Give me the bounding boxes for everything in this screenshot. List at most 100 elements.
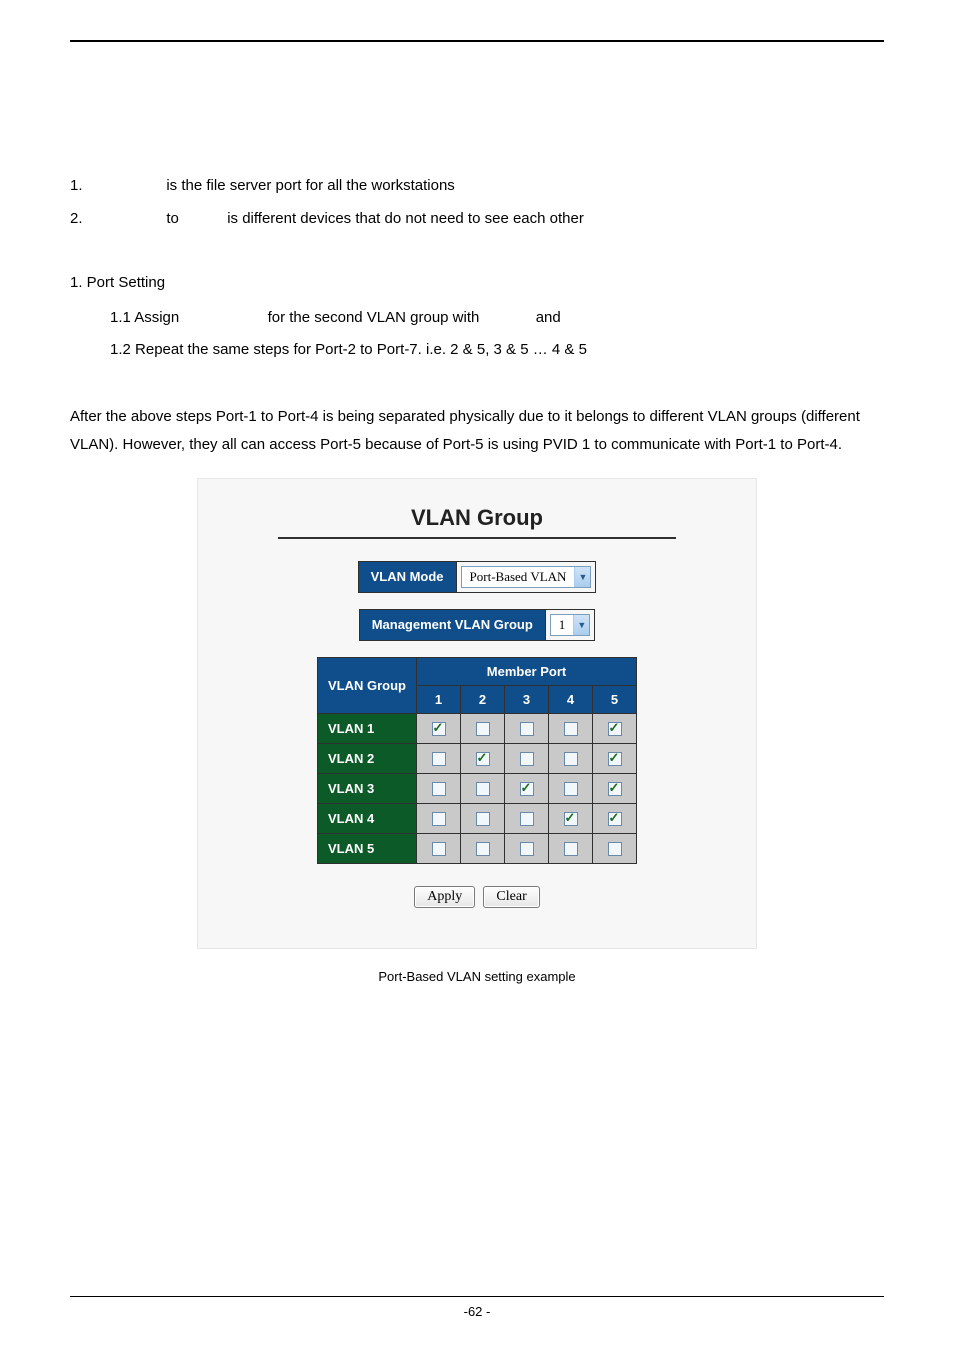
- col-header-port: 4: [549, 685, 593, 713]
- col-header-port: 3: [505, 685, 549, 713]
- setup-line-1-lead: 1.1 Assign: [110, 309, 179, 326]
- line-2: 2. to is different devices that do not n…: [70, 205, 884, 234]
- mgmt-vlan-label: Management VLAN Group: [359, 609, 545, 640]
- apply-button[interactable]: Apply: [414, 886, 475, 908]
- member-cell: [549, 773, 593, 803]
- member-checkbox[interactable]: [432, 722, 446, 736]
- chevron-down-icon: ▼: [574, 567, 590, 587]
- member-checkbox[interactable]: [476, 782, 490, 796]
- mgmt-vlan-row: Management VLAN Group 1 ▼: [359, 609, 596, 641]
- member-checkbox[interactable]: [564, 842, 578, 856]
- member-checkbox[interactable]: [476, 812, 490, 826]
- line-1-number: 1.: [70, 172, 102, 201]
- member-checkbox[interactable]: [476, 752, 490, 766]
- line-2-mid: to: [166, 210, 179, 227]
- member-cell: [549, 803, 593, 833]
- vlan-mode-row: VLAN Mode Port-Based VLAN ▼: [358, 561, 597, 593]
- member-checkbox[interactable]: [476, 722, 490, 736]
- member-cell: [593, 743, 637, 773]
- setup-line-1: 1.1 Assign for the second VLAN group wit…: [70, 304, 884, 333]
- member-cell: [461, 743, 505, 773]
- table-row: VLAN 1: [318, 713, 637, 743]
- setup-heading: 1. Port Setting: [70, 269, 884, 298]
- member-checkbox[interactable]: [608, 842, 622, 856]
- row-header: VLAN 4: [318, 803, 417, 833]
- member-checkbox[interactable]: [564, 752, 578, 766]
- line-1: 1. is the file server port for all the w…: [70, 172, 884, 201]
- row-header: VLAN 1: [318, 713, 417, 743]
- row-header: VLAN 2: [318, 743, 417, 773]
- member-cell: [505, 743, 549, 773]
- member-checkbox[interactable]: [432, 752, 446, 766]
- setup-line-1-mid: for the second VLAN group with: [268, 309, 480, 326]
- chevron-down-icon: ▼: [573, 615, 589, 635]
- line-2-text: is different devices that do not need to…: [227, 210, 584, 227]
- table-row: VLAN 2: [318, 743, 637, 773]
- member-cell: [593, 833, 637, 863]
- page-footer: -62 -: [0, 1296, 954, 1320]
- member-checkbox[interactable]: [608, 722, 622, 736]
- member-cell: [461, 833, 505, 863]
- member-checkbox[interactable]: [476, 842, 490, 856]
- member-cell: [505, 833, 549, 863]
- member-cell: [417, 743, 461, 773]
- member-cell: [505, 803, 549, 833]
- member-checkbox[interactable]: [432, 812, 446, 826]
- member-cell: [593, 773, 637, 803]
- member-checkbox[interactable]: [608, 812, 622, 826]
- paragraph: After the above steps Port-1 to Port-4 i…: [70, 403, 884, 460]
- member-checkbox[interactable]: [564, 722, 578, 736]
- vlan-group-panel: VLAN Group VLAN Mode Port-Based VLAN ▼ M…: [197, 478, 757, 949]
- member-cell: [417, 833, 461, 863]
- table-row: VLAN 3: [318, 773, 637, 803]
- mgmt-vlan-value: 1: [551, 617, 574, 633]
- row-header: VLAN 5: [318, 833, 417, 863]
- member-checkbox[interactable]: [520, 782, 534, 796]
- col-header-member: Member Port: [417, 657, 637, 685]
- member-cell: [549, 833, 593, 863]
- member-checkbox[interactable]: [520, 752, 534, 766]
- button-row: Apply Clear: [218, 886, 736, 908]
- member-cell: [461, 803, 505, 833]
- member-checkbox[interactable]: [432, 842, 446, 856]
- member-cell: [505, 773, 549, 803]
- member-cell: [549, 713, 593, 743]
- member-checkbox[interactable]: [520, 842, 534, 856]
- col-header-port: 5: [593, 685, 637, 713]
- member-cell: [417, 803, 461, 833]
- line-1-text: is the file server port for all the work…: [166, 177, 454, 194]
- member-checkbox[interactable]: [520, 812, 534, 826]
- member-cell: [549, 743, 593, 773]
- mgmt-vlan-select[interactable]: 1 ▼: [550, 614, 591, 636]
- member-checkbox[interactable]: [564, 812, 578, 826]
- top-rule: [70, 40, 884, 42]
- member-checkbox[interactable]: [520, 722, 534, 736]
- member-checkbox[interactable]: [608, 752, 622, 766]
- vlan-mode-value: Port-Based VLAN: [462, 569, 575, 585]
- member-cell: [593, 713, 637, 743]
- member-cell: [461, 773, 505, 803]
- footer-rule: [70, 1296, 884, 1297]
- clear-button[interactable]: Clear: [483, 886, 539, 908]
- table-row: VLAN 5: [318, 833, 637, 863]
- vlan-mode-select[interactable]: Port-Based VLAN ▼: [461, 566, 592, 588]
- row-header: VLAN 3: [318, 773, 417, 803]
- page-number: -62 -: [464, 1304, 491, 1319]
- panel-title: VLAN Group: [278, 505, 676, 539]
- table-row: VLAN 4: [318, 803, 637, 833]
- member-checkbox[interactable]: [608, 782, 622, 796]
- col-header-port: 2: [461, 685, 505, 713]
- member-cell: [593, 803, 637, 833]
- member-cell: [461, 713, 505, 743]
- member-checkbox[interactable]: [432, 782, 446, 796]
- col-header-group: VLAN Group: [318, 657, 417, 713]
- body-text-block: 1. is the file server port for all the w…: [70, 172, 884, 460]
- vlan-mode-label: VLAN Mode: [358, 561, 456, 592]
- member-cell: [505, 713, 549, 743]
- setup-line-2: 1.2 Repeat the same steps for Port-2 to …: [70, 336, 884, 365]
- vlan-member-table: VLAN Group Member Port 12345 VLAN 1VLAN …: [317, 657, 637, 864]
- line-2-number: 2.: [70, 205, 102, 234]
- setup-line-1-tail: and: [536, 309, 561, 326]
- member-checkbox[interactable]: [564, 782, 578, 796]
- member-cell: [417, 713, 461, 743]
